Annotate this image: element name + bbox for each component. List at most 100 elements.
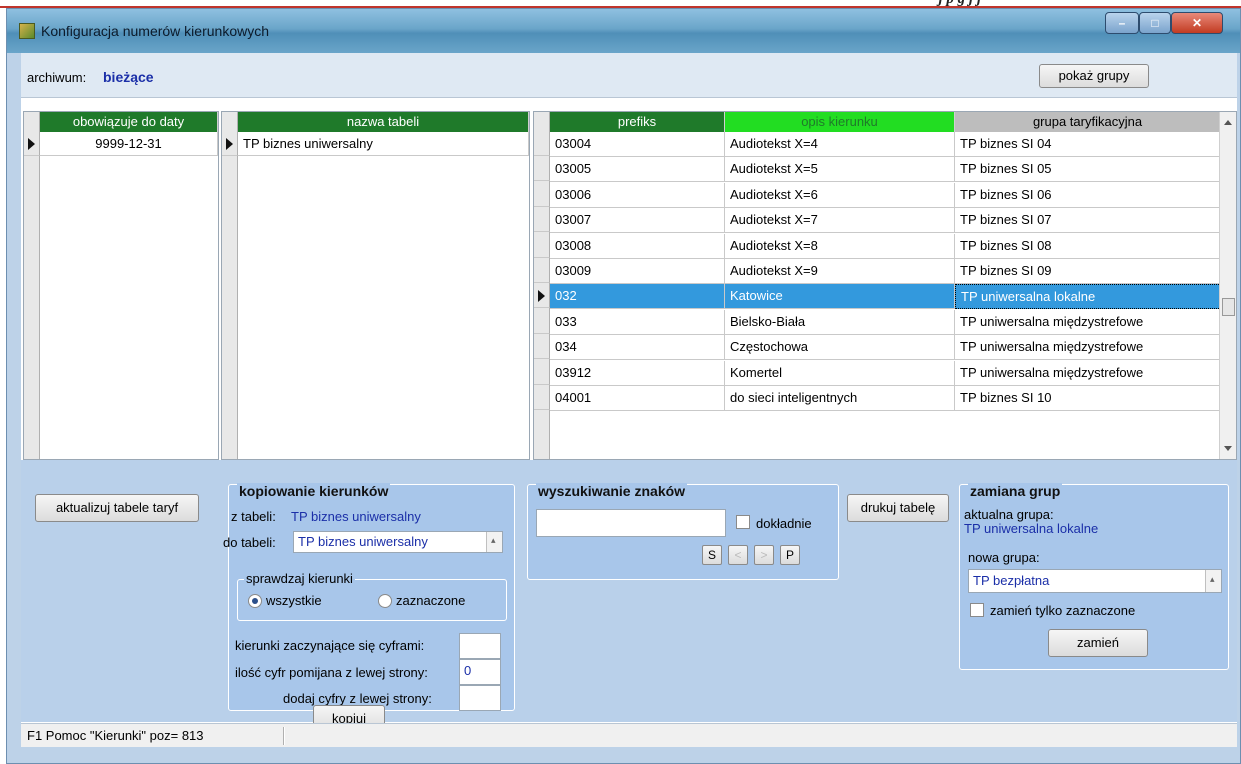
skip-digits-label: ilość cyfr pomijana z lewej strony:	[235, 665, 428, 680]
radio-selected-label[interactable]: zaznaczone	[396, 593, 465, 608]
row-selector[interactable]	[534, 132, 550, 156]
cell-prefix[interactable]: 034	[550, 335, 725, 361]
table-row[interactable]: 9999-12-31	[40, 132, 218, 156]
row-selector[interactable]	[534, 157, 550, 182]
cell-tariff-group[interactable]: TP biznes SI 08	[955, 233, 1221, 259]
cell-prefix[interactable]: 03912	[550, 360, 725, 386]
cell-tariff-group[interactable]: TP biznes SI 05	[955, 157, 1221, 183]
row-selector[interactable]	[24, 132, 40, 156]
add-digits-input[interactable]	[459, 685, 501, 711]
only-selected-label[interactable]: zamień tylko zaznaczone	[990, 603, 1135, 618]
new-group-select[interactable]: TP bezpłatna	[968, 568, 1222, 593]
window-title: Konfiguracja numerów kierunkowych	[41, 23, 269, 39]
column-header-prefix[interactable]: prefiks	[550, 112, 725, 132]
cell-description[interactable]: Audiotekst X=9	[725, 259, 955, 284]
cell-description[interactable]: Częstochowa	[725, 335, 955, 361]
scroll-down-icon[interactable]	[1224, 446, 1232, 451]
cell-tariff-group[interactable]: TP uniwersalna międzystrefowe	[955, 335, 1221, 361]
search-start-button[interactable]: S	[702, 545, 722, 565]
search-prev-button[interactable]: <	[728, 545, 748, 565]
vertical-scrollbar[interactable]	[1219, 112, 1236, 459]
starting-digits-label: kierunki zaczynające się cyframi:	[235, 638, 425, 653]
cell-prefix[interactable]: 04001	[550, 386, 725, 411]
print-table-button[interactable]: drukuj tabelę	[847, 494, 949, 522]
update-tariffs-button[interactable]: aktualizuj tabele taryf	[35, 494, 199, 522]
exact-label[interactable]: dokładnie	[756, 516, 812, 531]
maximize-button[interactable]: □	[1139, 12, 1171, 34]
cell-prefix[interactable]: 032	[550, 284, 725, 310]
cell-tariff-group[interactable]: TP biznes SI 07	[955, 208, 1221, 234]
dates-grid[interactable]: obowiązuje do daty 9999-12-31	[23, 111, 219, 460]
status-text: F1 Pomoc "Kierunki" poz= 813	[27, 728, 204, 743]
only-selected-checkbox[interactable]	[970, 603, 984, 617]
search-input[interactable]	[536, 509, 726, 537]
cell-prefix[interactable]: 03004	[550, 132, 725, 157]
to-table-select[interactable]: TP biznes uniwersalny	[293, 530, 503, 553]
row-selector[interactable]	[534, 386, 550, 410]
dropdown-arrow-icon[interactable]	[486, 530, 502, 552]
cell-tariff-group[interactable]: TP biznes SI 06	[955, 182, 1221, 208]
cell-description[interactable]: Audiotekst X=8	[725, 233, 955, 259]
search-next-button[interactable]: >	[754, 545, 774, 565]
column-header-table-name[interactable]: nazwa tabeli	[238, 112, 529, 132]
tables-grid[interactable]: nazwa tabeli TP biznes uniwersalny	[221, 111, 530, 460]
radio-all[interactable]	[248, 594, 262, 608]
archive-label: archiwum:	[27, 70, 87, 85]
row-selector-column	[222, 112, 238, 459]
close-button[interactable]: ✕	[1171, 12, 1223, 34]
cell-description[interactable]: Komertel	[725, 360, 955, 386]
radio-selected[interactable]	[378, 594, 392, 608]
cell-tariff-group[interactable]: TP uniwersalna lokalne	[955, 284, 1221, 310]
search-end-button[interactable]: P	[780, 545, 800, 565]
app-window: Konfiguracja numerów kierunkowych – □ ✕ …	[6, 8, 1241, 764]
row-selector[interactable]	[534, 360, 550, 385]
cell-prefix[interactable]: 03008	[550, 233, 725, 259]
row-selector[interactable]	[534, 335, 550, 360]
row-selector[interactable]	[534, 233, 550, 258]
app-icon	[19, 23, 35, 39]
cell-prefix[interactable]: 03007	[550, 208, 725, 234]
table-row[interactable]: TP biznes uniwersalny	[238, 132, 529, 156]
row-selector[interactable]	[222, 132, 238, 156]
cell-description[interactable]: Katowice	[725, 284, 955, 310]
scroll-thumb[interactable]	[1222, 298, 1235, 316]
cell-prefix[interactable]: 033	[550, 309, 725, 335]
scroll-up-icon[interactable]	[1224, 120, 1232, 125]
starting-digits-input[interactable]	[459, 633, 501, 659]
cell-description[interactable]: Audiotekst X=7	[725, 208, 955, 234]
cell-tariff-group[interactable]: TP uniwersalna międzystrefowe	[955, 360, 1221, 386]
row-selector[interactable]	[534, 182, 550, 207]
group-replace-title: zamiana grup	[968, 483, 1063, 499]
cell-prefix[interactable]: 03009	[550, 259, 725, 284]
show-groups-button[interactable]: pokaż grupy	[1039, 64, 1149, 88]
cell-description[interactable]: Audiotekst X=4	[725, 132, 955, 157]
row-selector[interactable]	[534, 259, 550, 283]
column-header-date[interactable]: obowiązuje do daty	[40, 112, 218, 132]
cell-prefix[interactable]: 03006	[550, 182, 725, 208]
skip-digits-input[interactable]: 0	[459, 659, 501, 685]
radio-all-label[interactable]: wszystkie	[266, 593, 322, 608]
exact-checkbox[interactable]	[736, 515, 750, 529]
archive-value: bieżące	[103, 69, 154, 85]
row-selector[interactable]	[534, 208, 550, 233]
cell-description[interactable]: Audiotekst X=6	[725, 182, 955, 208]
cell-tariff-group[interactable]: TP biznes SI 04	[955, 132, 1221, 157]
cell-tariff-group[interactable]: TP uniwersalna międzystrefowe	[955, 309, 1221, 335]
check-directions-group: sprawdzaj kierunki wszystkie zaznaczone	[237, 571, 507, 621]
column-header-tariff-group[interactable]: grupa taryfikacyjna	[955, 112, 1221, 132]
prefixes-grid[interactable]: prefiks opis kierunku grupa taryfikacyjn…	[533, 111, 1237, 460]
replace-button[interactable]: zamień	[1048, 629, 1148, 657]
row-selector[interactable]	[534, 309, 550, 334]
minimize-button[interactable]: –	[1105, 12, 1139, 34]
row-selector[interactable]	[534, 284, 550, 309]
document-header-fragment: j p g j j	[0, 0, 1241, 8]
cell-tariff-group[interactable]: TP biznes SI 09	[955, 259, 1221, 284]
controls-area: aktualizuj tabele taryf kopiowanie kieru…	[21, 460, 1237, 733]
cell-prefix[interactable]: 03005	[550, 157, 725, 183]
cell-tariff-group[interactable]: TP biznes SI 10	[955, 386, 1221, 411]
column-header-description[interactable]: opis kierunku	[725, 112, 955, 132]
dropdown-arrow-icon[interactable]	[1205, 568, 1221, 592]
cell-description[interactable]: do sieci inteligentnych	[725, 386, 955, 411]
cell-description[interactable]: Bielsko-Biała	[725, 309, 955, 335]
cell-description[interactable]: Audiotekst X=5	[725, 157, 955, 183]
